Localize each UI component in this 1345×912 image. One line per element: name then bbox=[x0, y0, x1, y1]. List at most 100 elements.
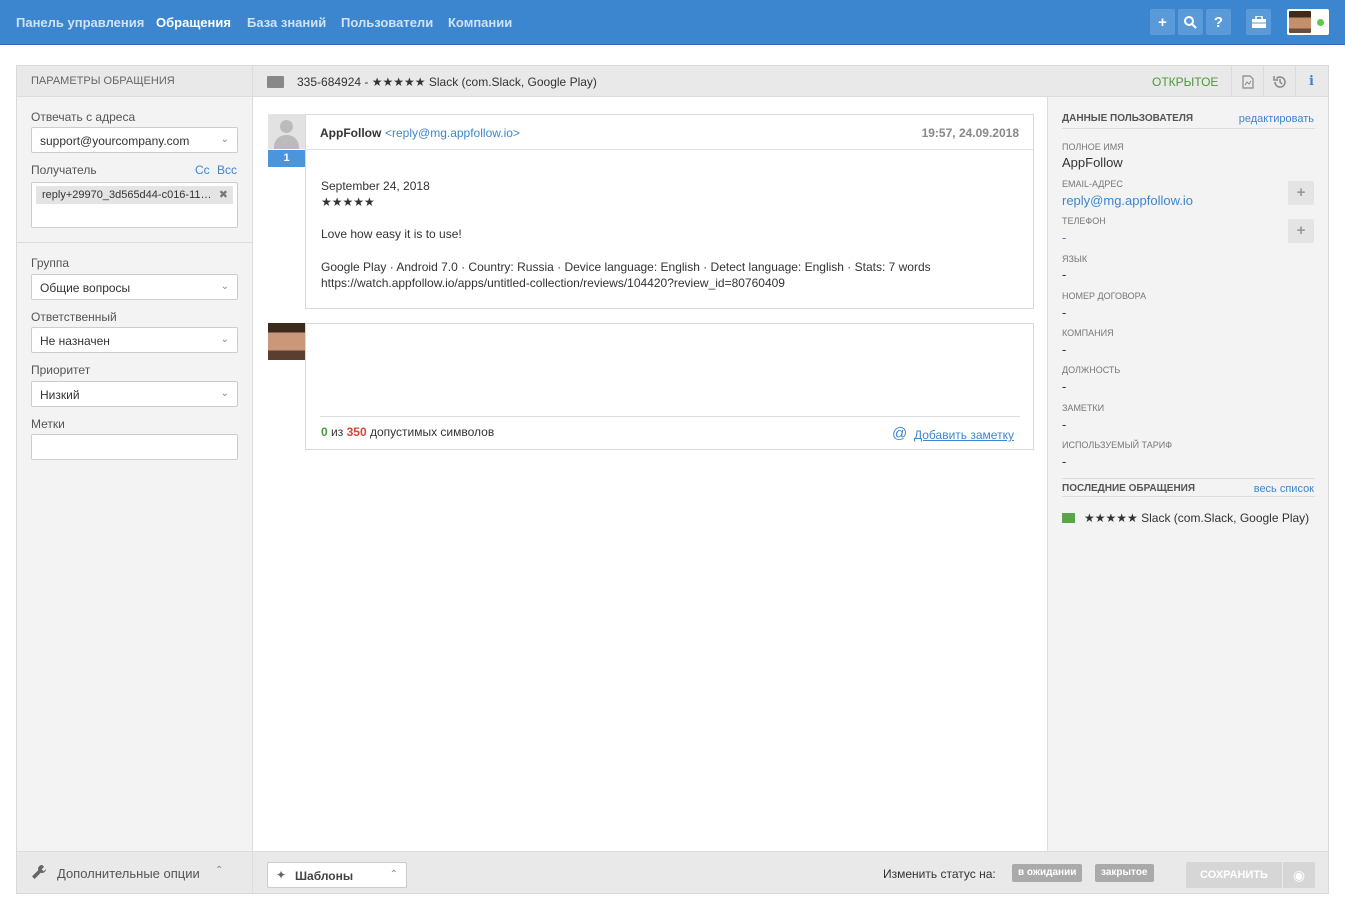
full-name-value: AppFollow bbox=[1062, 155, 1123, 170]
divider bbox=[17, 242, 252, 243]
chevron-up-icon: ⌃ bbox=[389, 869, 398, 880]
phone-value[interactable]: - bbox=[1062, 230, 1066, 245]
envelope-icon bbox=[1062, 513, 1075, 523]
ticket-params-panel: ПАРАМЕТРЫ ОБРАЩЕНИЯ Отвечать с адреса su… bbox=[17, 66, 253, 893]
reply-editor[interactable]: 0 из 350 допустимых символов @ Добавить … bbox=[305, 323, 1034, 450]
email-value[interactable]: reply@mg.appfollow.io bbox=[1062, 193, 1193, 208]
plus-icon[interactable]: + bbox=[1150, 9, 1175, 35]
group-value: Общие вопросы bbox=[40, 281, 131, 295]
search-icon[interactable] bbox=[1178, 9, 1203, 35]
agent-avatar bbox=[268, 323, 305, 360]
recent-ticket-item[interactable]: ★★★★★ Slack (com.Slack, Google Play) bbox=[1062, 511, 1315, 525]
ticket-frame: ПАРАМЕТРЫ ОБРАЩЕНИЯ Отвечать с адреса su… bbox=[16, 65, 1329, 894]
status-closed-button[interactable]: закрытое bbox=[1095, 864, 1154, 882]
message-sender-email[interactable]: <reply@mg.appfollow.io> bbox=[385, 126, 520, 140]
help-icon[interactable]: ? bbox=[1206, 9, 1231, 35]
nav-item-dashboard[interactable]: Панель управления bbox=[16, 15, 144, 30]
templates-button[interactable]: ✦ Шаблоны ⌃ bbox=[267, 862, 407, 888]
message-time: 19:57, 24.09.2018 bbox=[921, 126, 1019, 140]
message-rating: ★★★★★ bbox=[321, 195, 375, 209]
status-waiting-button[interactable]: в ожидании bbox=[1012, 864, 1083, 882]
pdf-icon[interactable] bbox=[1231, 66, 1263, 97]
add-note-link[interactable]: Добавить заметку bbox=[914, 428, 1014, 442]
reply-from-select[interactable]: support@yourcompany.com ⌄ bbox=[31, 127, 238, 153]
user-menu[interactable] bbox=[1287, 9, 1329, 35]
priority-select[interactable]: Низкий ⌄ bbox=[31, 381, 238, 407]
char-counter-suffix: допустимых символов bbox=[369, 425, 495, 439]
save-button[interactable]: СОХРАНИТЬ bbox=[1186, 862, 1282, 888]
assignee-select[interactable]: Не назначен ⌄ bbox=[31, 327, 238, 353]
all-tickets-link[interactable]: весь список bbox=[1254, 483, 1314, 495]
tags-input[interactable] bbox=[31, 434, 238, 460]
language-label: ЯЗЫК bbox=[1062, 254, 1088, 264]
chevron-down-icon: ⌄ bbox=[220, 134, 229, 145]
plan-label: ИСПОЛЬЗУЕМЫЙ ТАРИФ bbox=[1062, 440, 1173, 450]
info-icon[interactable]: i bbox=[1295, 66, 1327, 97]
chevron-up-icon: ⌃ bbox=[215, 865, 224, 876]
save-options-button[interactable]: ◉ bbox=[1283, 862, 1315, 888]
reply-from-value: support@yourcompany.com bbox=[40, 134, 190, 148]
templates-label: Шаблоны bbox=[295, 869, 354, 883]
change-status-label: Изменить статус на: bbox=[883, 867, 996, 881]
divider bbox=[1062, 496, 1315, 497]
history-icon[interactable] bbox=[1263, 66, 1295, 97]
contract-value: - bbox=[1062, 305, 1067, 320]
recent-ticket-title: ★★★★★ Slack (com.Slack, Google Play) bbox=[1084, 511, 1310, 525]
user-info-panel: ДАННЫЕ ПОЛЬЗОВАТЕЛЯ редактировать ПОЛНОЕ… bbox=[1047, 97, 1328, 851]
full-name-label: ПОЛНОЕ ИМЯ bbox=[1062, 142, 1124, 152]
recipient-tag: reply+29970_3d565d44-c016-11… ✖ bbox=[36, 186, 233, 204]
online-status-dot bbox=[1317, 19, 1324, 26]
add-phone-button[interactable]: + bbox=[1288, 219, 1314, 243]
divider bbox=[1062, 478, 1315, 479]
char-counter: 0 из 350 допустимых символов bbox=[321, 425, 494, 439]
group-label: Группа bbox=[31, 256, 70, 270]
sender-avatar bbox=[268, 114, 305, 149]
ticket-status: ОТКРЫТОЕ bbox=[1152, 75, 1219, 89]
language-value: - bbox=[1062, 267, 1067, 282]
priority-value: Низкий bbox=[40, 388, 80, 402]
notes-value: - bbox=[1062, 417, 1067, 432]
company-value: - bbox=[1062, 342, 1067, 357]
nav-item-users[interactable]: Пользователи bbox=[341, 15, 433, 30]
group-select[interactable]: Общие вопросы ⌄ bbox=[31, 274, 238, 300]
message-number: 1 bbox=[268, 150, 305, 167]
message-meta-line: Google Play · Android 7.0 · Country: Rus… bbox=[321, 260, 931, 274]
extra-options-label: Дополнительные опции bbox=[57, 866, 200, 881]
char-counter-of: из bbox=[331, 425, 344, 439]
phone-label: ТЕЛЕФОН bbox=[1062, 216, 1106, 226]
reply-from-label: Отвечать с адреса bbox=[31, 110, 136, 124]
divider bbox=[320, 416, 1020, 417]
divider bbox=[1062, 128, 1315, 129]
nav-item-companies[interactable]: Компании bbox=[448, 15, 512, 30]
envelope-icon bbox=[267, 76, 284, 88]
plan-value: - bbox=[1062, 454, 1067, 469]
ticket-header: 335-684924 - ★★★★★ Slack (com.Slack, Goo… bbox=[253, 66, 1328, 97]
nav-item-knowledge-base[interactable]: База знаний bbox=[247, 15, 326, 30]
add-email-button[interactable]: + bbox=[1288, 181, 1314, 205]
company-label: КОМПАНИЯ bbox=[1062, 328, 1114, 338]
nav-item-tickets[interactable]: Обращения bbox=[156, 15, 231, 30]
chevron-down-icon: ⌄ bbox=[220, 334, 229, 345]
cc-link[interactable]: Cc bbox=[195, 163, 210, 177]
email-label: EMAIL-АДРЕС bbox=[1062, 179, 1123, 189]
extra-options-toggle[interactable]: Дополнительные опции ⌃ bbox=[17, 851, 252, 893]
recipient-field[interactable]: reply+29970_3d565d44-c016-11… ✖ bbox=[31, 182, 238, 228]
message-header: AppFollow <reply@mg.appfollow.io> 19:57,… bbox=[306, 115, 1033, 150]
edit-user-link[interactable]: редактировать bbox=[1239, 113, 1314, 125]
message-card: AppFollow <reply@mg.appfollow.io> 19:57,… bbox=[305, 114, 1034, 309]
chevron-down-icon: ⌄ bbox=[220, 281, 229, 292]
ticket-params-header: ПАРАМЕТРЫ ОБРАЩЕНИЯ bbox=[17, 66, 252, 97]
assignee-value: Не назначен bbox=[40, 334, 110, 348]
bcc-link[interactable]: Bcc bbox=[217, 163, 237, 177]
remove-icon[interactable]: ✖ bbox=[219, 188, 228, 201]
message-review-text: Love how easy it is to use! bbox=[321, 227, 462, 241]
briefcase-icon[interactable] bbox=[1246, 9, 1271, 35]
char-count: 0 bbox=[321, 425, 328, 439]
char-max: 350 bbox=[346, 425, 367, 439]
top-nav: Панель управления Обращения База знаний … bbox=[0, 0, 1345, 45]
avatar bbox=[1289, 11, 1311, 33]
priority-label: Приоритет bbox=[31, 363, 91, 377]
ticket-title: 335-684924 - ★★★★★ Slack (com.Slack, Goo… bbox=[297, 75, 597, 89]
chevron-down-icon: ⌄ bbox=[220, 388, 229, 399]
position-value: - bbox=[1062, 379, 1067, 394]
